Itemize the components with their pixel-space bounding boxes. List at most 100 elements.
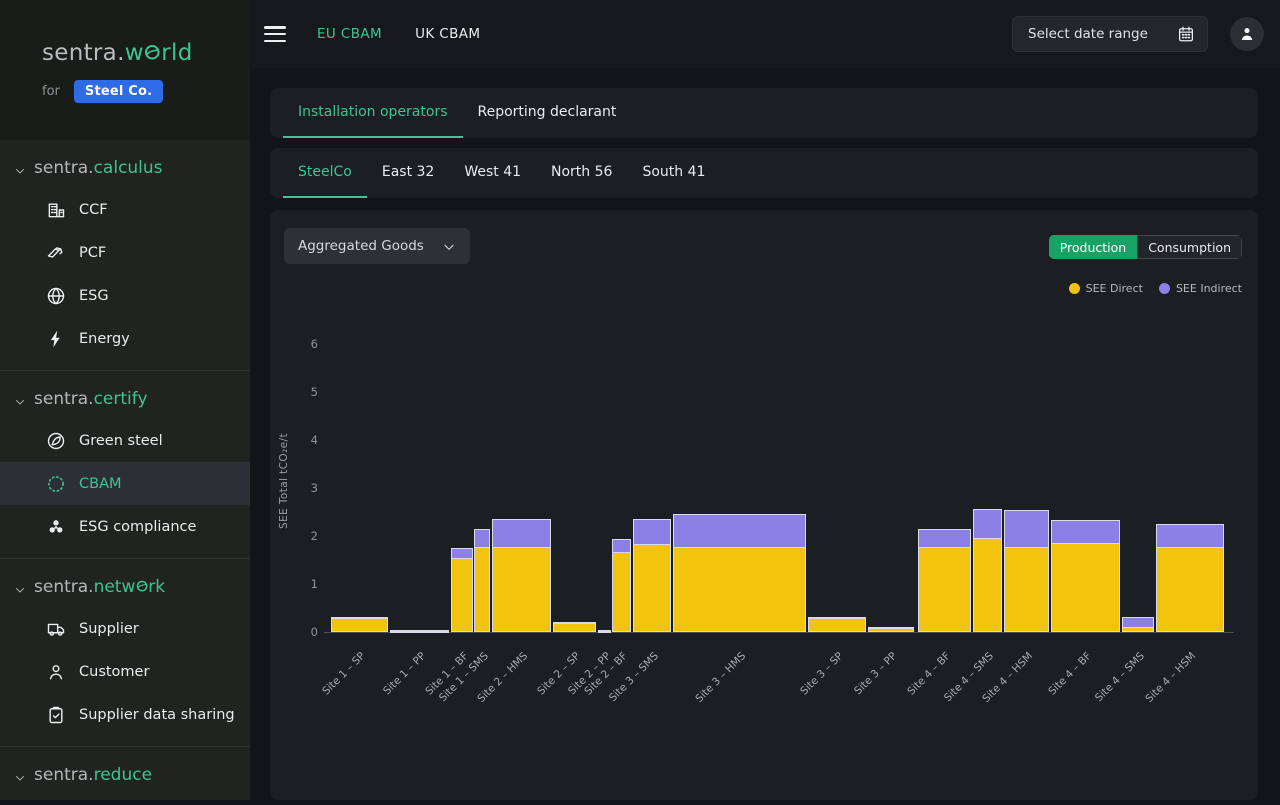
leaf-icon <box>46 431 66 451</box>
sidebar-item-label: CCF <box>79 201 108 218</box>
bar-site-4-–-sms[interactable] <box>1122 617 1154 632</box>
x-axis-labels: Site 1 – SP Site 1 – PP Site 1 – BF Site 1 … <box>321 632 1228 752</box>
avatar[interactable] <box>1230 17 1264 51</box>
y-tick-label: 6 <box>310 337 318 352</box>
y-tick-label: 2 <box>310 529 318 544</box>
legend-dot <box>1068 283 1080 294</box>
tab-north-56[interactable]: North 56 <box>536 148 627 198</box>
date-range-input[interactable]: Select date range <box>1012 16 1208 52</box>
bar-site-1-–-sms[interactable] <box>474 529 490 632</box>
y-tick-label: 4 <box>310 433 318 448</box>
legend-label: SEE Indirect <box>1175 282 1242 295</box>
sidebar-item-label: CBAM <box>79 475 122 492</box>
sidebar-item-label: ESG compliance <box>79 518 197 535</box>
goods-dropdown[interactable]: Aggregated Goods <box>284 228 470 264</box>
sidebar-item-green-steel[interactable]: Green steel <box>0 419 250 462</box>
y-tick-label: 1 <box>310 577 318 592</box>
bar-site-1-–-sp[interactable] <box>331 617 388 632</box>
segment-see-indirect <box>918 529 971 548</box>
segment-see-indirect <box>492 519 551 548</box>
bar-site-1-–-pp[interactable] <box>390 630 449 633</box>
ingot-icon <box>46 243 66 263</box>
sidebar-item-ccf[interactable]: CCF <box>0 188 250 231</box>
segment-see-direct <box>598 632 611 633</box>
x-tick-label: Site 1 – PP <box>380 650 428 698</box>
sidebar-item-energy[interactable]: Energy <box>0 317 250 360</box>
bar-site-3-–-sms[interactable] <box>633 519 671 632</box>
x-tick-label: Site 3 – HMS <box>693 650 748 705</box>
bar-site-2-–-sp[interactable] <box>553 622 596 632</box>
toggle-consumption[interactable]: Consumption <box>1137 235 1242 259</box>
bar-site-4-–-sms[interactable] <box>973 509 1002 632</box>
section-header-certify[interactable]: sentra.certify <box>0 381 250 417</box>
bar-site-3-–-hms[interactable] <box>673 514 806 632</box>
sidebar-item-customer[interactable]: Customer <box>0 650 250 693</box>
sidebar-nav: sentra.calculus CCF PCF ESG Energy sentra.cer… <box>0 140 250 805</box>
section-header-network[interactable]: sentra.netw rk <box>0 569 250 605</box>
segment-see-direct <box>1051 544 1120 632</box>
bar-site-2-–-bf[interactable] <box>612 539 631 632</box>
sidebar-item-esg-compliance[interactable]: ESG compliance <box>0 505 250 548</box>
tab-reporting-declarant[interactable]: Reporting declarant <box>463 88 632 138</box>
sidebar-item-label: Customer <box>79 663 150 680</box>
sidebar-item-cbam[interactable]: CBAM <box>0 462 250 505</box>
bar-site-3-–-sp[interactable] <box>808 617 866 632</box>
tab-south-41[interactable]: South 41 <box>627 148 720 198</box>
sidebar-item-label: Green steel <box>79 432 163 449</box>
segment-see-indirect <box>673 514 806 548</box>
x-tick-label: Site 4 – HSM <box>1143 650 1199 705</box>
y-tick-label: 3 <box>310 481 318 496</box>
for-label: for <box>42 84 60 99</box>
toggle-production[interactable]: Production <box>1048 235 1138 259</box>
segment-see-indirect <box>973 509 1002 539</box>
topbar: EU CBAM UK CBAM Select date range <box>250 0 1280 68</box>
x-tick-label: Site 4 – SMS <box>1092 650 1147 705</box>
sidebar-item-pcf[interactable]: PCF <box>0 231 250 274</box>
section-header-calculus[interactable]: sentra.calculus <box>0 150 250 186</box>
bar-site-4-–-bf[interactable] <box>918 529 971 632</box>
segment-see-indirect <box>1122 617 1154 628</box>
clipboard-check-icon <box>46 705 66 725</box>
segment-see-direct <box>1122 628 1154 632</box>
chevron-down-icon <box>14 393 26 405</box>
bar-site-4-–-hsm[interactable] <box>1004 510 1049 632</box>
site-tabs: SteelCo East 32 West 41 North 56 South 41 <box>270 148 1258 198</box>
sidebar-item-esg[interactable]: ESG <box>0 274 250 317</box>
tab-east-32[interactable]: East 32 <box>367 148 449 198</box>
y-tick-label: 5 <box>310 385 318 400</box>
section-title: sentra.netw rk <box>34 577 166 597</box>
y-tick-label: 0 <box>310 625 318 639</box>
view-tabs: Installation operators Reporting declaran… <box>270 88 1258 138</box>
segment-see-indirect <box>1004 510 1049 548</box>
sidebar-item-supplier-data-sharing[interactable]: Supplier data sharing <box>0 693 250 736</box>
hamburger-icon[interactable] <box>264 26 286 42</box>
tab-steelco[interactable]: SteelCo <box>283 148 367 198</box>
bar-site-4-–-hsm[interactable] <box>1156 524 1224 632</box>
tab-eu-cbam[interactable]: EU CBAM <box>317 26 382 42</box>
segment-see-direct <box>633 545 671 632</box>
goods-dropdown-value: Aggregated Goods <box>298 238 424 254</box>
tab-installation-operators[interactable]: Installation operators <box>283 88 463 138</box>
bar-site-1-–-bf[interactable] <box>451 548 473 632</box>
chevron-down-icon <box>14 162 26 174</box>
segment-see-direct <box>1156 548 1224 632</box>
sidebar-item-supplier[interactable]: Supplier <box>0 607 250 650</box>
nav-section-calculus: sentra.calculus CCF PCF ESG Energy <box>0 140 250 370</box>
bar-site-4-–-bf[interactable] <box>1051 520 1120 632</box>
segment-see-direct <box>1004 548 1049 632</box>
nav-section-certify: sentra.certify Green steel CBAM ESG complia… <box>0 370 250 558</box>
x-tick-label: Site 1 – SP <box>320 650 368 698</box>
bar-site-3-–-pp[interactable] <box>868 627 914 632</box>
bar-site-2-–-pp[interactable] <box>598 630 611 633</box>
recycle-icon <box>46 517 66 537</box>
sidebar-item-label: ESG <box>79 287 109 304</box>
tab-uk-cbam[interactable]: UK CBAM <box>415 26 480 42</box>
legend-item-see-direct[interactable]: SEE Direct <box>1068 282 1143 295</box>
truck-icon <box>46 619 66 639</box>
tab-west-41[interactable]: West 41 <box>449 148 536 198</box>
bar-site-2-–-hms[interactable] <box>492 519 551 632</box>
section-header-reduce[interactable]: sentra.reduce <box>0 757 250 793</box>
legend-item-see-indirect[interactable]: SEE Indirect <box>1158 282 1242 295</box>
segment-see-indirect <box>1156 524 1224 548</box>
sidebar-item-label: Energy <box>79 330 130 347</box>
